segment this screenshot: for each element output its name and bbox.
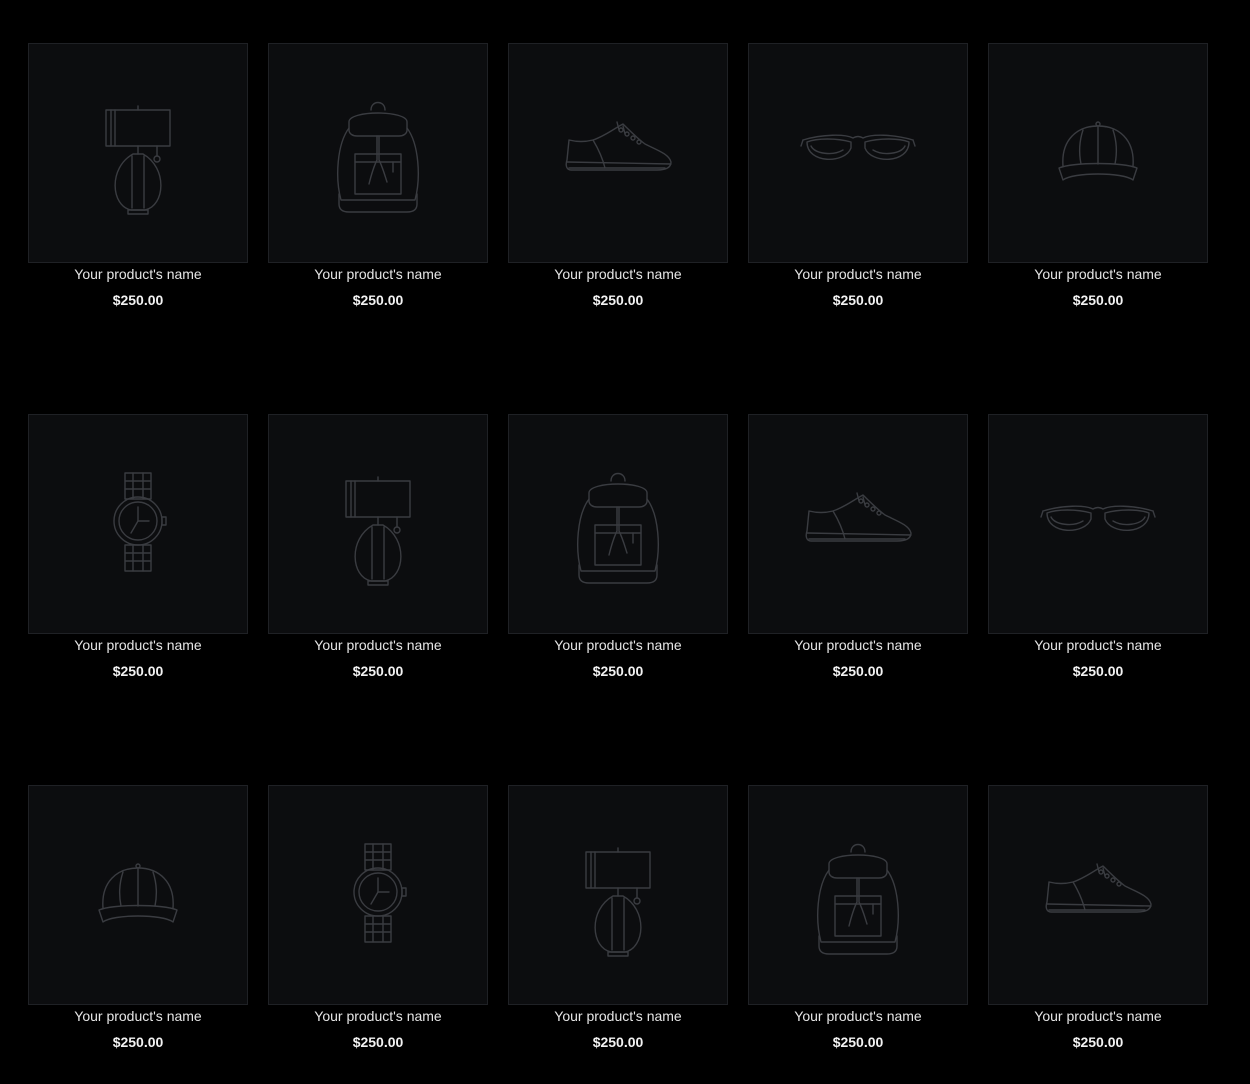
product-price: $250.00 <box>112 292 164 308</box>
product-grid: Your product's name $250.00 Your product's… <box>28 43 1208 1050</box>
product-card[interactable]: Your product's name $250.00 <box>988 414 1208 679</box>
product-card[interactable]: Your product's name $250.00 <box>748 43 968 308</box>
product-card[interactable]: Your product's name $250.00 <box>988 785 1208 1050</box>
product-image[interactable] <box>988 785 1208 1005</box>
product-image[interactable] <box>28 43 248 263</box>
product-price: $250.00 <box>112 1034 164 1050</box>
product-name[interactable]: Your product's name <box>988 637 1208 653</box>
product-price: $250.00 <box>592 292 644 308</box>
product-card[interactable]: Your product's name $250.00 <box>748 785 968 1050</box>
product-price: $250.00 <box>832 292 884 308</box>
product-name[interactable]: Your product's name <box>748 637 968 653</box>
sunglasses-icon <box>1040 505 1156 532</box>
product-price: $250.00 <box>832 663 884 679</box>
product-price: $250.00 <box>1072 1034 1124 1050</box>
product-image[interactable] <box>988 414 1208 634</box>
product-price: $250.00 <box>352 1034 404 1050</box>
product-image[interactable] <box>268 414 488 634</box>
sunglasses-icon <box>800 134 916 161</box>
product-name[interactable]: Your product's name <box>508 1008 728 1024</box>
product-image[interactable] <box>508 785 728 1005</box>
product-name[interactable]: Your product's name <box>28 266 248 282</box>
product-image[interactable] <box>28 785 248 1005</box>
watch-icon <box>113 472 167 572</box>
sneaker-icon <box>805 492 912 542</box>
product-image[interactable] <box>28 414 248 634</box>
cap-icon <box>98 863 178 923</box>
product-name[interactable]: Your product's name <box>748 1008 968 1024</box>
product-price: $250.00 <box>592 663 644 679</box>
product-name[interactable]: Your product's name <box>28 637 248 653</box>
product-image[interactable] <box>748 43 968 263</box>
product-price: $250.00 <box>352 663 404 679</box>
lamp-icon <box>585 847 651 957</box>
lamp-icon <box>105 105 171 215</box>
lamp-icon <box>345 476 411 586</box>
product-card[interactable]: Your product's name $250.00 <box>268 43 488 308</box>
product-name[interactable]: Your product's name <box>28 1008 248 1024</box>
sneaker-icon <box>565 121 672 171</box>
product-name[interactable]: Your product's name <box>508 637 728 653</box>
product-price: $250.00 <box>1072 292 1124 308</box>
watch-icon <box>353 843 407 943</box>
product-image[interactable] <box>748 785 968 1005</box>
product-card[interactable]: Your product's name $250.00 <box>508 414 728 679</box>
product-image[interactable] <box>748 414 968 634</box>
product-image[interactable] <box>268 43 488 263</box>
sneaker-icon <box>1045 863 1152 913</box>
product-card[interactable]: Your product's name $250.00 <box>748 414 968 679</box>
cap-icon <box>1058 121 1138 181</box>
product-card[interactable]: Your product's name $250.00 <box>268 414 488 679</box>
product-price: $250.00 <box>1072 663 1124 679</box>
product-name[interactable]: Your product's name <box>988 1008 1208 1024</box>
product-image[interactable] <box>508 43 728 263</box>
product-price: $250.00 <box>592 1034 644 1050</box>
product-name[interactable]: Your product's name <box>508 266 728 282</box>
product-image[interactable] <box>268 785 488 1005</box>
product-name[interactable]: Your product's name <box>268 1008 488 1024</box>
product-card[interactable]: Your product's name $250.00 <box>508 43 728 308</box>
product-name[interactable]: Your product's name <box>268 637 488 653</box>
backpack-icon <box>817 843 899 955</box>
product-card[interactable]: Your product's name $250.00 <box>988 43 1208 308</box>
product-card[interactable]: Your product's name $250.00 <box>28 785 248 1050</box>
product-card[interactable]: Your product's name $250.00 <box>28 414 248 679</box>
product-image[interactable] <box>508 414 728 634</box>
product-card[interactable]: Your product's name $250.00 <box>508 785 728 1050</box>
product-price: $250.00 <box>832 1034 884 1050</box>
product-name[interactable]: Your product's name <box>748 266 968 282</box>
product-image[interactable] <box>988 43 1208 263</box>
product-price: $250.00 <box>352 292 404 308</box>
backpack-icon <box>577 472 659 584</box>
product-card[interactable]: Your product's name $250.00 <box>28 43 248 308</box>
product-name[interactable]: Your product's name <box>988 266 1208 282</box>
product-name[interactable]: Your product's name <box>268 266 488 282</box>
backpack-icon <box>337 101 419 213</box>
product-price: $250.00 <box>112 663 164 679</box>
product-card[interactable]: Your product's name $250.00 <box>268 785 488 1050</box>
